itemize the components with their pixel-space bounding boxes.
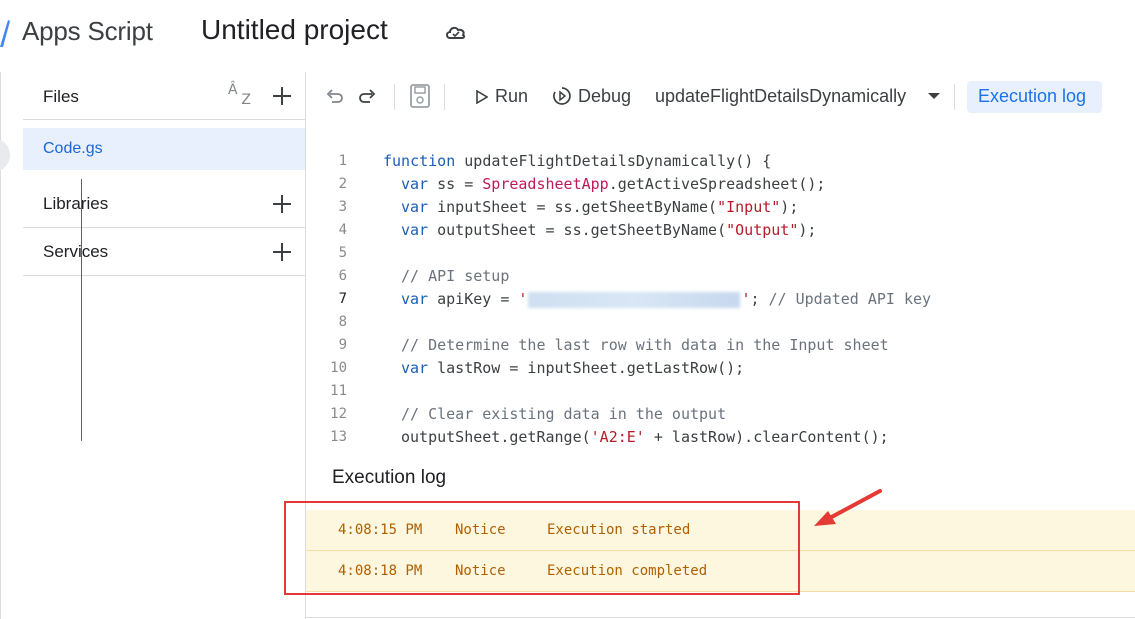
cloud-saved-icon [446, 26, 466, 39]
project-title[interactable]: Untitled project [201, 14, 388, 46]
file-item-code-gs[interactable]: Code.gs [23, 128, 305, 170]
add-file-icon[interactable] [272, 86, 292, 106]
code-line: 13 outputSheet.getRange('A2:E' + lastRow… [306, 426, 1135, 448]
line-number-active: 7 [338, 291, 347, 307]
nav-rail-active-indicator[interactable] [0, 138, 10, 172]
execution-log-button-label: Execution log [978, 86, 1087, 106]
files-label: Files [43, 87, 79, 106]
files-header: Files Â Z [23, 72, 305, 120]
play-icon [476, 90, 488, 104]
code-editor[interactable]: 1 function updateFlightDetailsDynamicall… [306, 120, 1135, 450]
libraries-section: Libraries [23, 180, 305, 228]
code-line: 2 var ss = SpreadsheetApp.getActiveSprea… [306, 173, 1135, 195]
code-comment: // Determine the last row with data in t… [401, 336, 889, 354]
code-line: 7 var apiKey = ' '; // Updated API key [306, 288, 1135, 310]
line-number: 12 [330, 406, 347, 422]
code-text: var ss = SpreadsheetApp.getActiveSpreads… [401, 175, 826, 193]
add-library-icon[interactable] [272, 194, 292, 214]
line-number: 8 [338, 314, 347, 330]
code-line: 1 function updateFlightDetailsDynamicall… [306, 150, 1135, 172]
line-number: 10 [330, 360, 347, 376]
annotation-highlight-box [284, 501, 800, 595]
debug-icon [553, 87, 571, 105]
line-number: 1 [338, 153, 347, 169]
add-service-icon[interactable] [272, 242, 292, 262]
code-text: var apiKey = ' '; // Updated API key [401, 290, 932, 308]
line-number: 2 [338, 176, 347, 192]
services-section: Services [23, 228, 305, 276]
file-name: Code.gs [43, 140, 103, 157]
apps-script-logo-icon [0, 20, 10, 47]
code-text: outputSheet.getRange('A2:E' + lastRow).c… [401, 428, 889, 446]
files-sidebar: Files Â Z Code.gs Libraries Services [23, 72, 306, 619]
code-comment: // Clear existing data in the output [401, 405, 727, 423]
function-selector-value: updateFlightDetailsDynamically [655, 86, 907, 106]
code-text: var inputSheet = ss.getSheetByName("Inpu… [401, 198, 799, 216]
redo-icon[interactable] [356, 86, 378, 106]
app-header: Apps Script Untitled project [0, 0, 1135, 66]
line-number: 6 [338, 268, 347, 284]
undo-icon[interactable] [324, 86, 346, 106]
line-number: 9 [338, 337, 347, 353]
code-line: 6 // API setup [306, 265, 1135, 287]
save-icon[interactable] [408, 83, 432, 109]
code-line: 9 // Determine the last row with data in… [306, 334, 1135, 356]
code-line: 11 [306, 380, 1135, 402]
run-label: Run [495, 86, 529, 106]
line-number: 5 [338, 245, 347, 261]
code-line: 5 [306, 242, 1135, 264]
code-text: var outputSheet = ss.getSheetByName("Out… [401, 221, 817, 239]
indent-guide [81, 179, 82, 441]
execution-log-button[interactable]: Execution log [967, 81, 1102, 113]
code-comment: // API setup [401, 267, 510, 285]
execution-log-title: Execution log [332, 467, 447, 488]
redacted-api-key [528, 291, 741, 308]
code-line: 3 var inputSheet = ss.getSheetByName("In… [306, 196, 1135, 218]
code-line: 10 var lastRow = inputSheet.getLastRow()… [306, 357, 1135, 379]
line-number: 13 [330, 429, 347, 445]
code-line: 12 // Clear existing data in the output [306, 403, 1135, 425]
debug-label: Debug [578, 86, 632, 106]
editor-toolbar: Run Debug updateFlightDetailsDynamically… [306, 72, 1135, 120]
code-line: 8 [306, 311, 1135, 333]
code-line: 4 var outputSheet = ss.getSheetByName("O… [306, 219, 1135, 241]
line-number: 4 [338, 222, 347, 238]
log-bottom-divider [306, 617, 1135, 618]
line-number: 3 [338, 199, 347, 215]
toolbar-divider [394, 84, 395, 110]
line-number: 11 [330, 383, 347, 399]
services-label: Services [43, 242, 109, 261]
toolbar-divider [444, 84, 445, 110]
libraries-label: Libraries [43, 194, 109, 213]
code-text: function updateFlightDetailsDynamically(… [383, 152, 772, 170]
toolbar-divider [954, 84, 955, 110]
annotation-arrow-icon [814, 489, 882, 526]
sort-az-icon[interactable]: Â Z [228, 83, 251, 107]
code-text: var lastRow = inputSheet.getLastRow(); [401, 359, 745, 377]
app-name: Apps Script [22, 16, 153, 46]
dropdown-caret-icon [928, 93, 940, 99]
